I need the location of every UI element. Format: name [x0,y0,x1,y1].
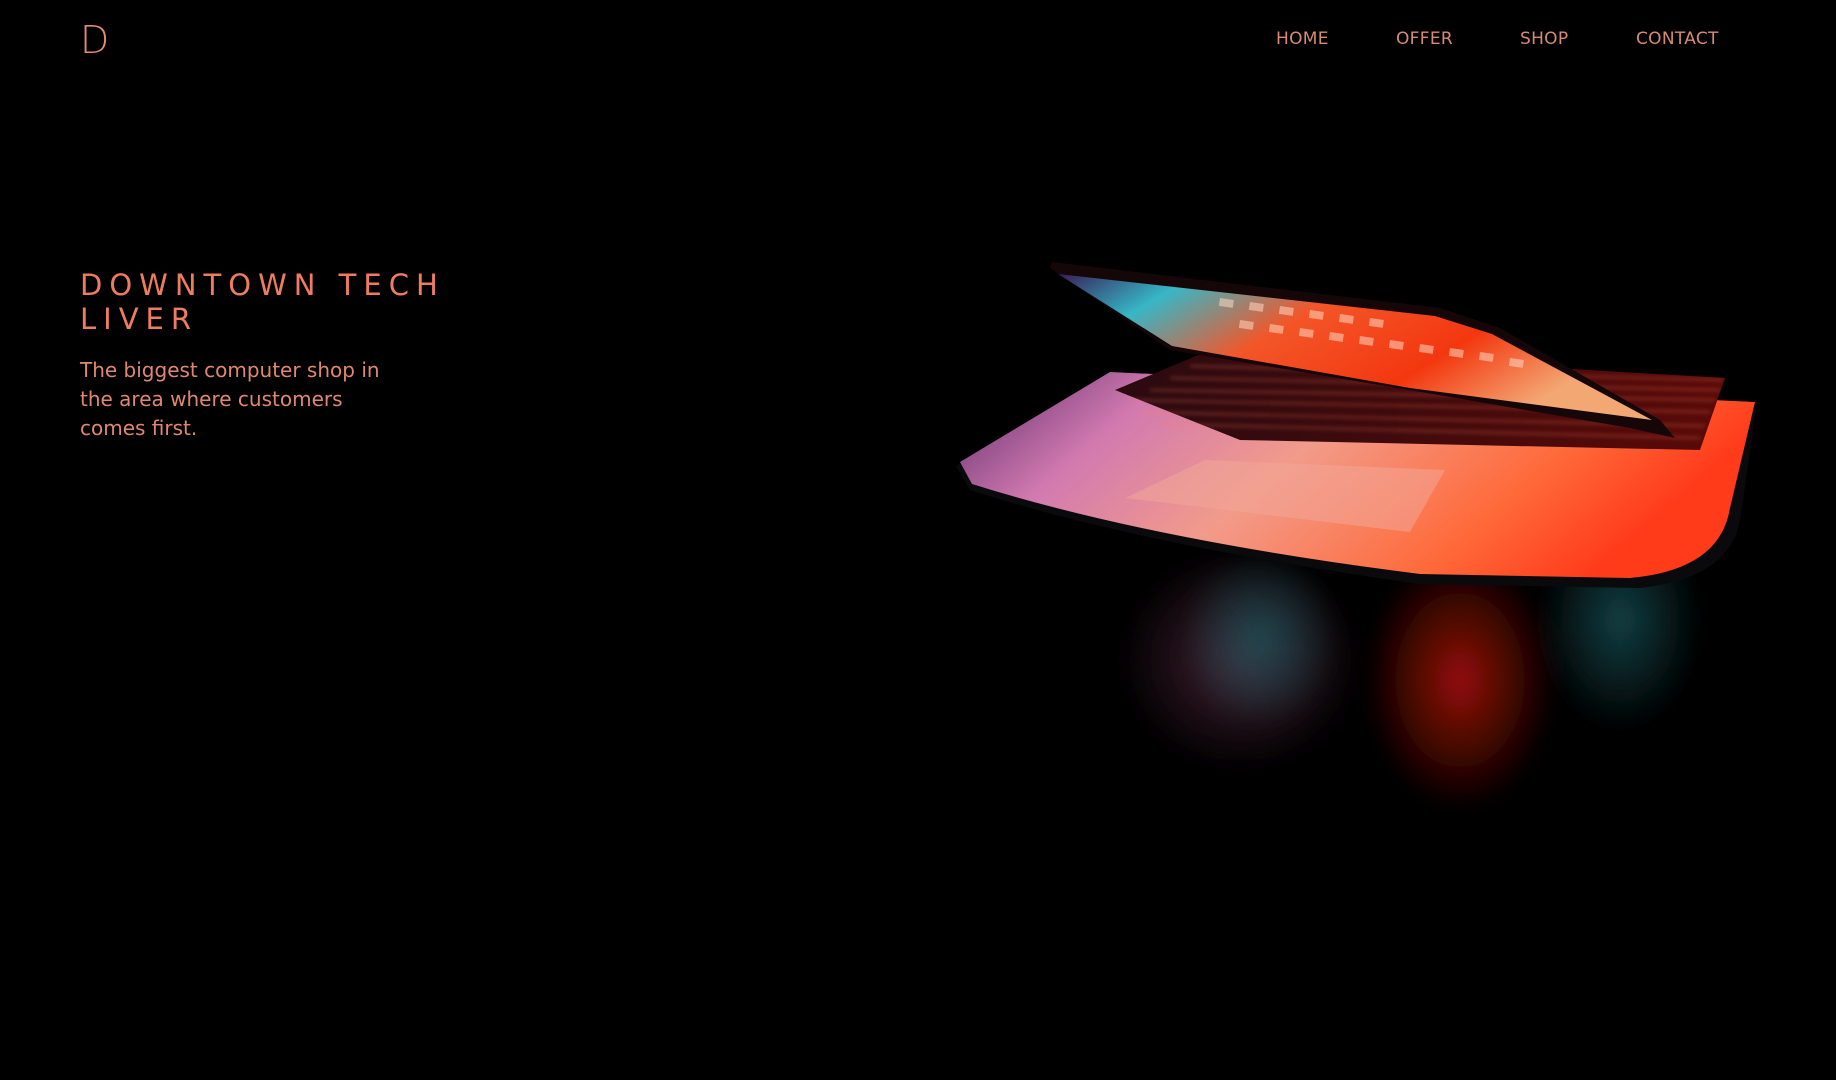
hero-description: The biggest computer shop in the area wh… [80,358,380,440]
hero-title: DOWNTOWN TECH LIVER [80,268,445,336]
nav-contact-link[interactable]: CONTACT [1636,28,1719,50]
nav-shop-link[interactable]: SHOP [1520,28,1568,50]
nav-home-link[interactable]: HOME [1276,28,1329,50]
main-nav: HOME OFFER SHOP CONTACT [0,28,1836,50]
nav-offer-link[interactable]: OFFER [1396,28,1453,50]
hero-laptop-image [940,240,1770,840]
